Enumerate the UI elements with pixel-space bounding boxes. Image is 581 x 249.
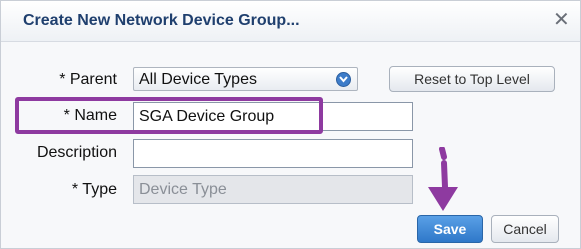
description-field[interactable] xyxy=(133,139,413,168)
type-field-placeholder: Device Type xyxy=(139,181,227,198)
save-button[interactable]: Save xyxy=(417,215,483,243)
parent-label: * Parent xyxy=(59,71,117,88)
parent-select[interactable]: All Device Types xyxy=(133,67,358,91)
type-field: Device Type xyxy=(133,175,413,204)
arrow-down-icon xyxy=(428,147,458,211)
name-highlight-box xyxy=(15,97,323,134)
description-label: Description xyxy=(36,144,117,161)
close-icon[interactable]: ✕ xyxy=(553,10,570,30)
type-label: * Type xyxy=(71,181,117,198)
reset-to-top-level-button[interactable]: Reset to Top Level xyxy=(389,66,555,92)
cancel-button[interactable]: Cancel xyxy=(491,215,559,243)
create-network-device-group-dialog: Create New Network Device Group... ✕ * P… xyxy=(0,0,581,249)
chevron-down-icon[interactable] xyxy=(336,72,351,87)
parent-select-value: All Device Types xyxy=(139,71,257,88)
dialog-title: Create New Network Device Group... xyxy=(23,12,300,29)
dialog-titlebar: Create New Network Device Group... ✕ xyxy=(1,1,580,42)
